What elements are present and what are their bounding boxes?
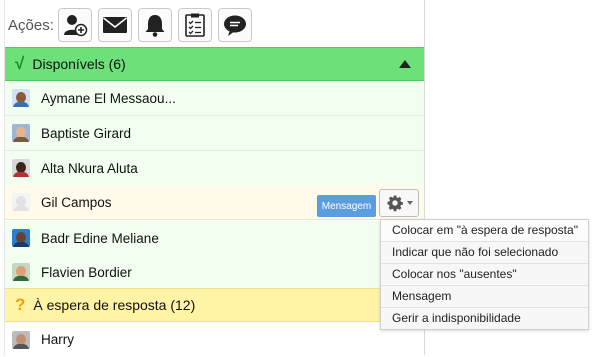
avatar xyxy=(12,89,30,107)
menu-item-message[interactable]: Mensagem xyxy=(381,286,588,308)
group-header-available[interactable]: √ Disponívels (6) xyxy=(5,47,424,81)
message-button[interactable]: Mensagem xyxy=(317,195,376,217)
group-title-available: Disponívels (6) xyxy=(32,56,126,72)
question-icon: ? xyxy=(15,295,26,314)
avatar xyxy=(12,263,30,281)
avatar xyxy=(12,330,30,349)
avatar xyxy=(12,159,30,177)
actions-label: Ações: xyxy=(8,16,54,34)
actions-toolbar: Ações: xyxy=(5,6,258,44)
menu-item-set-absent[interactable]: Colocar nos "ausentes" xyxy=(381,264,588,286)
bell-icon xyxy=(145,15,165,37)
list-item[interactable]: Aymane El Messaou... xyxy=(5,81,424,116)
menu-item-manage-unavailability[interactable]: Gerir a indisponibilidade xyxy=(381,308,588,329)
checklist-button[interactable] xyxy=(177,8,212,42)
list-item[interactable]: Alta Nkura Aluta xyxy=(5,151,424,186)
person-name: Baptiste Girard xyxy=(41,125,132,141)
chat-button[interactable] xyxy=(217,8,252,42)
menu-item-set-waiting[interactable]: Colocar em "à espera de resposta" xyxy=(381,220,588,242)
person-name: Harry xyxy=(41,332,74,347)
list-item[interactable]: Badr Edine Meliane xyxy=(5,221,424,256)
person-name: Flavien Bordier xyxy=(41,264,132,280)
chevron-down-icon xyxy=(406,201,413,205)
menu-item-not-selected[interactable]: Indicar que não foi selecionado xyxy=(381,242,588,264)
notify-button[interactable] xyxy=(137,8,172,42)
check-icon: √ xyxy=(15,54,25,73)
context-menu: Colocar em "à espera de resposta" Indica… xyxy=(380,219,589,330)
add-user-button[interactable] xyxy=(57,8,92,42)
gear-icon xyxy=(387,195,403,212)
person-name: Alta Nkura Aluta xyxy=(41,160,138,176)
list-item[interactable]: Baptiste Girard xyxy=(5,116,424,151)
group-title-waiting: À espera de resposta (12) xyxy=(33,297,196,313)
list-item[interactable]: Flavien Bordier xyxy=(5,255,424,290)
person-name: Badr Edine Meliane xyxy=(41,230,159,246)
group-header-waiting[interactable]: ? À espera de resposta (12) xyxy=(5,288,424,322)
person-name: Gil Campos xyxy=(41,194,112,210)
send-email-button[interactable] xyxy=(97,8,132,42)
list-item[interactable]: Harry xyxy=(5,322,424,357)
collapse-arrow-icon[interactable] xyxy=(399,60,411,68)
add-user-icon xyxy=(63,15,88,37)
settings-dropdown-button[interactable] xyxy=(379,189,419,217)
chat-bubble-icon xyxy=(223,15,246,36)
envelope-icon xyxy=(102,17,127,33)
avatar xyxy=(12,124,30,142)
clipboard-checklist-icon xyxy=(185,13,205,37)
avatar xyxy=(12,229,30,247)
person-name: Aymane El Messaou... xyxy=(41,90,176,106)
avatar xyxy=(12,193,30,211)
